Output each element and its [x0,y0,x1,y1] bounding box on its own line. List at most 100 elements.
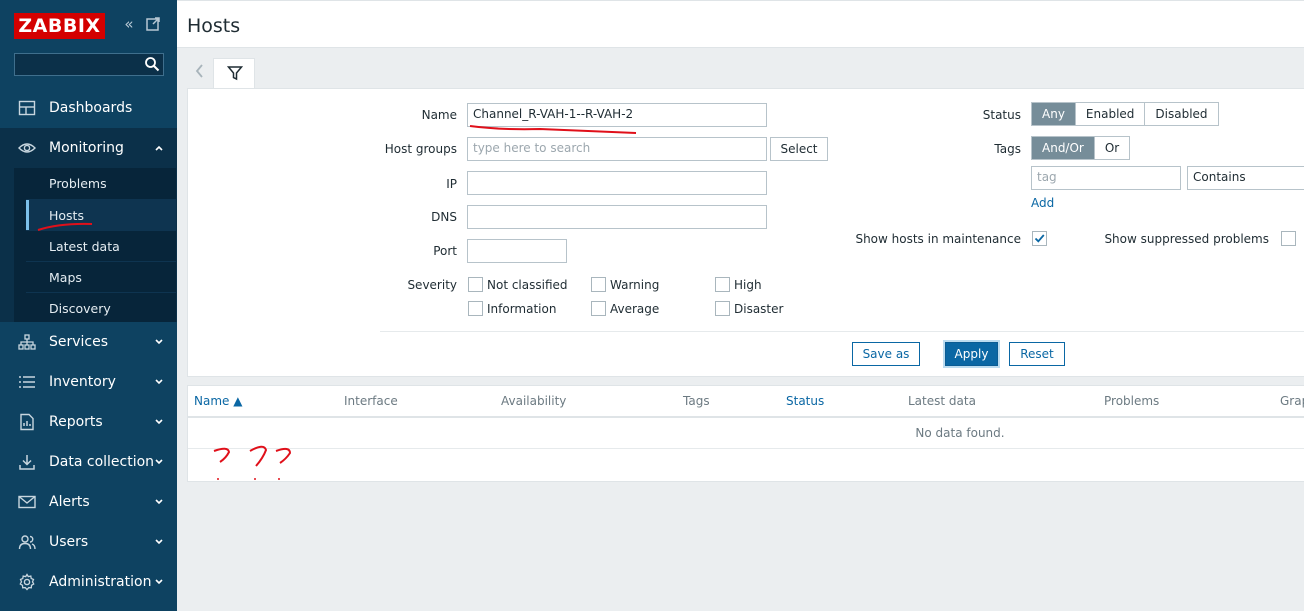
maintenance-label: Show hosts in maintenance [855,232,1021,246]
filter-divider [380,331,1304,332]
chevron-down-icon [155,459,163,465]
suppressed-checkbox[interactable] [1281,231,1296,246]
severity-high-checkbox[interactable] [715,277,730,292]
host-groups-select-button[interactable]: Select [770,137,828,161]
search-icon[interactable] [144,56,160,72]
menu-label: Administration [49,574,152,590]
tags-label: Tags [994,142,1021,156]
download-icon [19,455,35,470]
submenu-latest-data[interactable]: Latest data [26,230,176,261]
no-data-message: No data found. [915,426,1005,440]
column-availability-header: Availability [501,394,567,408]
envelope-icon [18,495,36,509]
severity-disaster-checkbox[interactable] [715,301,730,316]
kiosk-mode-icon[interactable] [145,16,161,32]
host-groups-input[interactable]: type here to search [467,137,767,161]
sidebar: ZABBIX « Dashboards Monitoring Problems … [0,0,177,611]
submenu-hosts[interactable]: Hosts [26,199,176,231]
menu-label: Alerts [49,494,90,510]
severity-option-label: Warning [610,278,660,292]
collapse-sidebar-icon[interactable]: « [121,16,137,32]
status-disabled-option[interactable]: Disabled [1145,103,1218,125]
severity-option-label: Average [610,302,660,316]
add-tag-link[interactable]: Add [1031,196,1054,210]
dns-input[interactable] [467,205,767,229]
severity-option-label: Information [487,302,557,316]
zabbix-logo[interactable]: ZABBIX [14,13,105,39]
ip-label: IP [446,177,457,191]
filter-tab[interactable] [213,58,255,89]
page-header: Hosts [177,0,1304,48]
name-label: Name [421,108,457,122]
severity-label: Severity [407,278,457,292]
severity-average-checkbox[interactable] [591,301,606,316]
port-label: Port [433,244,457,258]
ip-input[interactable] [467,171,767,195]
menu-alerts[interactable]: Alerts [0,482,177,522]
name-input[interactable]: Channel_R-VAH-1--R-VAH-2 [467,103,767,127]
column-graphs-header: Grap [1280,394,1304,408]
users-icon [18,535,36,550]
chevron-left-icon[interactable] [190,60,210,82]
tag-input[interactable]: tag [1031,166,1181,190]
column-interface-header: Interface [344,394,398,408]
tag-operator-select[interactable]: Contains [1187,166,1304,190]
logo-row: ZABBIX [14,13,105,39]
menu-users[interactable]: Users [0,522,177,562]
column-name-header[interactable]: Name ▲ [194,394,242,408]
header-divider [188,416,1304,418]
menu-label: Inventory [49,374,116,390]
menu-administration[interactable]: Administration [0,562,177,602]
submenu-maps[interactable]: Maps [26,261,176,292]
sidebar-search-input[interactable] [14,53,164,76]
severity-not-classified-checkbox[interactable] [468,277,483,292]
severity-option-label: Disaster [734,302,784,316]
menu-label: Dashboards [49,100,133,116]
chevron-up-icon [155,145,163,151]
menu-label: Reports [49,414,103,430]
port-input[interactable] [467,239,567,263]
eye-icon [18,143,36,153]
suppressed-label: Show suppressed problems [1104,232,1269,246]
chevron-down-icon [155,379,163,385]
host-groups-label: Host groups [384,142,457,156]
chevron-down-icon [155,539,163,545]
status-segmented-control: Any Enabled Disabled [1031,102,1219,126]
tags-and-or-option[interactable]: And/Or [1032,137,1095,159]
services-icon [18,334,36,350]
status-any-option[interactable]: Any [1032,103,1076,125]
row-divider [188,448,1304,449]
list-icon [19,376,35,388]
report-icon [20,413,34,431]
column-problems-header: Problems [1104,394,1160,408]
submenu-problems[interactable]: Problems [26,168,176,199]
menu-inventory[interactable]: Inventory [0,362,177,402]
menu-dashboards[interactable]: Dashboards [0,88,177,128]
submenu-discovery[interactable]: Discovery [26,292,176,323]
tags-or-option[interactable]: Or [1094,137,1130,159]
save-as-button[interactable]: Save as [852,342,920,366]
severity-information-checkbox[interactable] [468,301,483,316]
gear-icon [19,573,35,591]
hosts-table: Name ▲ Interface Availability Tags Statu… [187,385,1304,482]
severity-option-label: Not classified [487,278,568,292]
status-enabled-option[interactable]: Enabled [1075,103,1146,125]
page-title: Hosts [187,15,241,37]
menu-reports[interactable]: Reports [0,402,177,442]
filter-icon [227,66,243,81]
menu-label: Monitoring [49,140,124,156]
menu-data-collection[interactable]: Data collection [0,442,177,482]
column-tags-header: Tags [683,394,710,408]
severity-warning-checkbox[interactable] [591,277,606,292]
apply-button[interactable]: Apply [945,342,998,366]
maintenance-checkbox[interactable] [1032,231,1047,246]
menu-monitoring[interactable]: Monitoring [0,128,177,168]
menu-services[interactable]: Services [0,322,177,362]
reset-button[interactable]: Reset [1009,342,1065,366]
dns-label: DNS [431,210,457,224]
menu-label: Services [49,334,109,350]
chevron-down-icon [155,499,163,505]
column-status-header[interactable]: Status [786,394,824,408]
tags-segmented-control: And/Or Or [1031,136,1131,160]
chevron-down-icon [155,579,163,585]
